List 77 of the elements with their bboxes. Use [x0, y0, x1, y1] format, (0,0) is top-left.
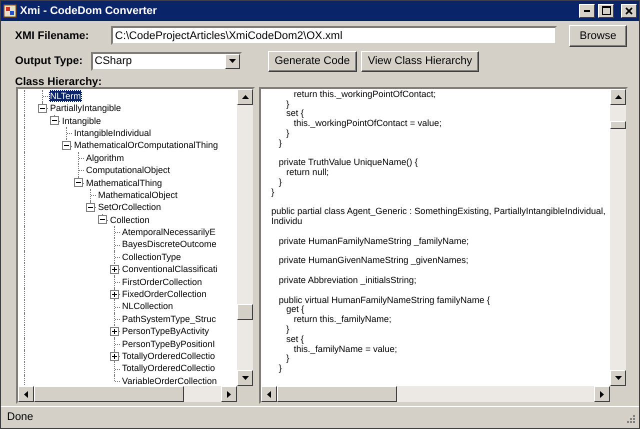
tree-item[interactable]: NLTerm: [49, 90, 82, 102]
collapse-toggle[interactable]: [50, 116, 58, 126]
minimize-button[interactable]: [579, 4, 595, 18]
tree-item[interactable]: BayesDiscreteOutcome: [121, 238, 218, 251]
expand-toggle[interactable]: [110, 290, 118, 299]
collapse-toggle[interactable]: [62, 141, 70, 150]
app-icon: [3, 4, 17, 18]
tree-item[interactable]: PathSystemType_Struc: [121, 312, 218, 326]
close-button[interactable]: [621, 4, 637, 18]
up-arrow-icon: [614, 94, 622, 99]
scroll-thumb[interactable]: [610, 120, 626, 129]
status-text: Done: [7, 410, 34, 426]
up-arrow-icon: [242, 94, 249, 99]
output-type-dropdown[interactable]: CSharp: [90, 52, 242, 71]
action-button[interactable]: View Class Hierarchy: [360, 50, 480, 72]
collapse-toggle[interactable]: [74, 178, 82, 188]
tree-item[interactable]: MathematicalObject: [97, 188, 179, 202]
scroll-thumb[interactable]: [277, 386, 398, 402]
left-arrow-icon: [24, 390, 28, 398]
tree-item[interactable]: PartiallyIntangible: [49, 102, 122, 115]
expand-toggle[interactable]: [110, 326, 118, 336]
tree-item[interactable]: Intangible: [61, 114, 102, 127]
scroll-thumb[interactable]: [34, 386, 184, 402]
class-hierarchy-label: Class Hierarchy:: [15, 76, 102, 88]
expand-toggle[interactable]: [110, 264, 118, 274]
vertical-scrollbar[interactable]: [237, 88, 254, 386]
collapse-toggle[interactable]: [86, 202, 94, 212]
close-icon: [625, 6, 633, 15]
tree-item[interactable]: CollectionType: [121, 250, 182, 264]
tree-item[interactable]: SetOrCollection: [97, 201, 162, 214]
filename-field[interactable]: C:\CodeProjectArticles\XmiCodeDom2\OX.xml: [111, 26, 557, 46]
tree-item[interactable]: TotallyOrderedCollectio: [121, 362, 216, 375]
scroll-left-button[interactable]: [261, 386, 278, 402]
code-text: return this._workingPointOfContact; } set { this._workingPointOfContact = value; } } private TruthValue UniqueName() { return null; } } public partial class Agent_Generic : SomethingExisting, PartiallyIntangibleIndividual, Individu private HumanFamilyNameString _familyName; private HumanGivenNameString _givenNames; private Abbreviation _initialsString; public virtual HumanFamilyNameString familyName { get { return this._familyName; } set { this._familyName = value; } }: [270, 88, 606, 374]
xmi-filename-label: XMI Filename:: [15, 28, 90, 44]
scroll-up-button[interactable]: [610, 88, 626, 105]
maximize-icon: [602, 6, 610, 16]
tree-item[interactable]: VariableOrderCollection: [121, 374, 218, 386]
tree-item[interactable]: Collection: [109, 214, 151, 226]
horizontal-scrollbar[interactable]: [261, 386, 610, 402]
tree-item[interactable]: FixedOrderCollection: [121, 288, 208, 300]
collapse-toggle[interactable]: [98, 215, 106, 224]
tree-item[interactable]: MathematicalOrComputationalThing: [73, 139, 220, 152]
resize-grip-icon[interactable]: [625, 412, 635, 423]
tree-item[interactable]: PersonTypeByActivity: [121, 325, 210, 338]
scroll-down-button[interactable]: [610, 370, 626, 386]
scroll-down-button[interactable]: [237, 370, 254, 386]
tree-item[interactable]: ComputationalObject: [85, 164, 172, 177]
tree-item[interactable]: IntangibleIndividual: [73, 126, 152, 140]
tree-item[interactable]: PersonTypeByPositionI: [121, 338, 216, 350]
right-arrow-icon: [227, 390, 232, 398]
vertical-scrollbar[interactable]: [610, 88, 626, 386]
tree-item[interactable]: AtemporalNecessarilyE: [121, 226, 217, 238]
maximize-button[interactable]: [598, 4, 614, 18]
tree-item[interactable]: FirstOrderCollection: [121, 276, 204, 288]
action-button[interactable]: Generate Code: [268, 50, 357, 72]
left-arrow-icon: [267, 390, 272, 398]
scroll-right-button[interactable]: [221, 386, 238, 402]
right-arrow-icon: [600, 390, 604, 398]
collapse-toggle[interactable]: [38, 104, 46, 113]
scroll-up-button[interactable]: [237, 88, 254, 105]
expand-toggle[interactable]: [110, 352, 118, 361]
horizontal-scrollbar[interactable]: [18, 386, 238, 402]
tree-item[interactable]: Algorithm: [85, 152, 126, 164]
scroll-right-button[interactable]: [594, 386, 610, 402]
tree-item[interactable]: NLCollection: [121, 300, 174, 313]
browse-button[interactable]: Browse: [569, 24, 627, 47]
scroll-thumb[interactable]: [237, 304, 254, 320]
tree-item[interactable]: TotallyOrderedCollectio: [121, 350, 216, 362]
tree-item[interactable]: MathematicalThing: [85, 176, 164, 189]
scroll-left-button[interactable]: [18, 386, 34, 402]
down-arrow-icon: [242, 376, 249, 380]
minimize-icon: [584, 10, 590, 12]
tree-item[interactable]: ConventionalClassificati: [121, 263, 219, 276]
window-title: Xmi - CodeDom Converter: [20, 4, 158, 19]
down-arrow-icon: [614, 376, 622, 380]
output-type-label: Output Type:: [15, 54, 83, 70]
